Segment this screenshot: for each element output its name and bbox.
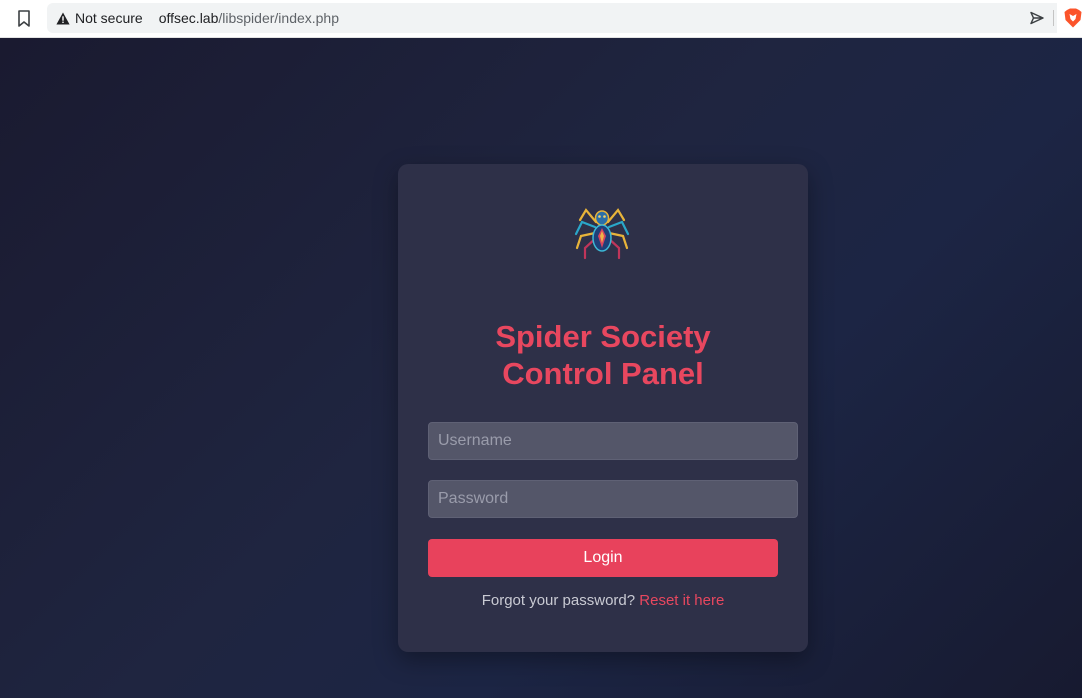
address-bar[interactable]: Not secure offsec.lab/libspider/index.ph…: [47, 3, 1057, 33]
login-button[interactable]: Login: [428, 539, 778, 577]
browser-toolbar: Not secure offsec.lab/libspider/index.ph…: [0, 0, 1082, 38]
url-text[interactable]: offsec.lab/libspider/index.php: [159, 10, 339, 26]
username-input[interactable]: [428, 422, 798, 460]
password-input[interactable]: [428, 480, 798, 518]
page-title: Spider Society Control Panel: [398, 318, 808, 392]
toolbar-divider: [1053, 10, 1054, 26]
warning-icon: [56, 12, 70, 24]
login-card: Spider Society Control Panel Login Forgo…: [398, 164, 808, 652]
url-host: offsec.lab: [158, 10, 219, 26]
page-background: Spider Society Control Panel Login Forgo…: [0, 38, 1082, 698]
forgot-password-text: Forgot your password?: [481, 592, 636, 609]
spider-logo-icon: [574, 208, 630, 260]
security-indicator[interactable]: Not secure: [56, 10, 143, 26]
share-icon[interactable]: [1029, 10, 1045, 26]
reset-password-link[interactable]: Reset it here: [639, 592, 724, 609]
bookmark-icon[interactable]: [14, 8, 34, 28]
title-line-2: Control Panel: [502, 356, 704, 391]
title-line-1: Spider Society: [495, 319, 711, 354]
forgot-password-row: Forgot your password? Reset it here: [398, 592, 808, 609]
url-path: /libspider/index.php: [218, 10, 340, 26]
brave-lion-icon[interactable]: [1064, 8, 1082, 28]
security-label: Not secure: [75, 10, 143, 26]
